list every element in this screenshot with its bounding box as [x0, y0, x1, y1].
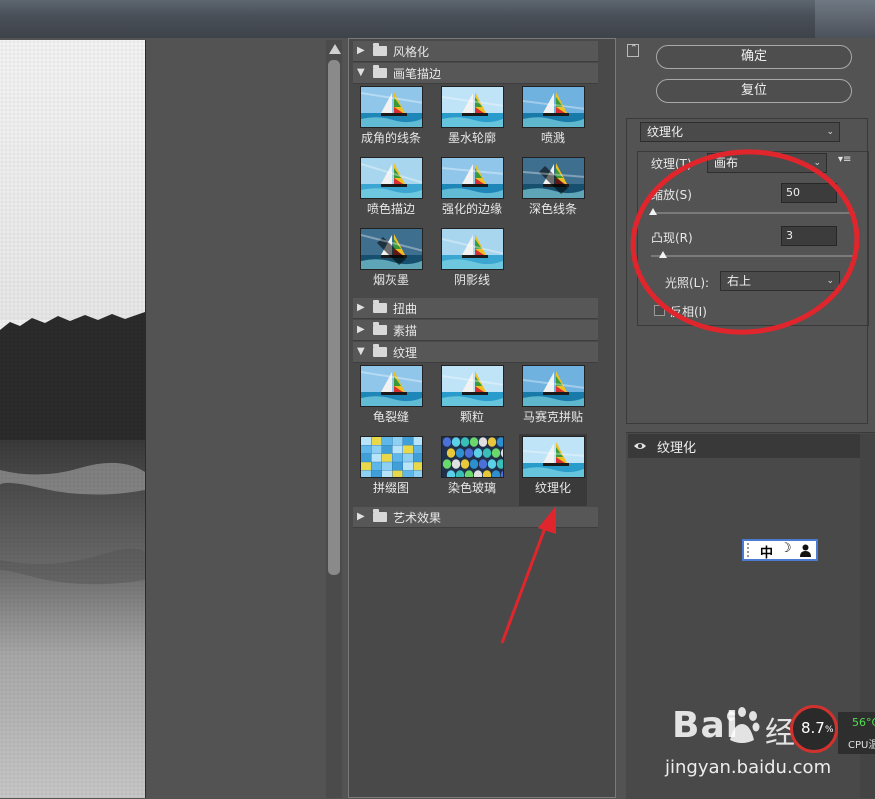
category-label: 纹理: [393, 346, 418, 360]
moon-icon[interactable]: ☽: [780, 541, 792, 556]
filter-thumbnail[interactable]: 喷色描边: [357, 155, 425, 227]
filter-thumbnail-label: 马赛克拼贴: [522, 410, 583, 424]
filter-thumbnail[interactable]: 烟灰墨: [357, 226, 425, 298]
category-brush-strokes[interactable]: ▼ 画笔描边: [353, 63, 598, 84]
filter-preview-image: [522, 86, 585, 128]
filter-preview-image: [360, 228, 423, 270]
category-sketch[interactable]: ▶ 素描: [353, 320, 598, 341]
cpu-usage-value: 8.7: [801, 719, 825, 737]
folder-icon: [373, 300, 387, 313]
filter-preview-image: [522, 365, 585, 407]
ime-mode-chinese[interactable]: 中: [760, 542, 773, 561]
chevron-down-icon: ⌄: [826, 127, 834, 137]
filter-thumbnail-label: 喷色描边: [366, 202, 415, 216]
filter-gallery: ▶ 风格化 ▼ 画笔描边 成角的线条 墨水轮廓 喷溅 喷色描边 强化的边缘 深色…: [348, 38, 616, 798]
preview-scroll-thumb[interactable]: [328, 60, 340, 575]
collapse-arrow-icon: ▼: [357, 346, 365, 357]
expand-arrow-icon: ▶: [357, 302, 365, 313]
window-controls-area: [815, 0, 875, 38]
cpu-usage-unit: %: [825, 725, 834, 735]
filter-thumbnail[interactable]: 染色玻璃: [438, 434, 506, 506]
filter-thumbnail[interactable]: 马赛克拼贴: [519, 363, 587, 435]
cpu-label: CPU温度: [848, 740, 875, 751]
collapse-arrow-icon: ▼: [357, 67, 365, 78]
folder-open-icon: [373, 65, 387, 78]
filter-preview-image: [441, 157, 504, 199]
expand-arrow-icon: ▶: [357, 45, 365, 56]
filter-thumbnail-label: 阴影线: [453, 273, 490, 287]
filter-thumbnail-label: 喷溅: [540, 131, 565, 145]
filter-thumbnail[interactable]: 阴影线: [438, 226, 506, 298]
filter-thumbnail-label: 纹理化: [534, 481, 571, 495]
filter-preview-image: [522, 436, 585, 478]
cpu-usage-gauge: 8.7 %: [790, 705, 838, 753]
scroll-up-arrow-icon[interactable]: [329, 44, 341, 54]
ok-button[interactable]: 确定: [656, 45, 852, 69]
annotation-arrow: [500, 506, 556, 644]
reset-button[interactable]: 复位: [656, 79, 852, 103]
filter-preview-image: [441, 86, 504, 128]
window-title-strip: [0, 0, 875, 38]
filter-thumbnail-label: 拼缀图: [372, 481, 409, 495]
category-label: 风格化: [393, 45, 430, 59]
filter-thumbnail[interactable]: 强化的边缘: [438, 155, 506, 227]
category-texture[interactable]: ▼ 纹理: [353, 342, 598, 363]
filter-preview-image: [441, 228, 504, 270]
effect-layer-name: 纹理化: [657, 441, 697, 456]
collapse-arrows-icon: ⌃: [630, 44, 638, 54]
cpu-temperature: 56°C: [852, 716, 875, 729]
filter-thumbnail[interactable]: 墨水轮廓: [438, 84, 506, 156]
filter-preview-image: [441, 436, 504, 478]
filter-thumbnail-label: 颗粒: [459, 410, 484, 424]
watermark-url: jingyan.baidu.com: [665, 757, 832, 778]
filter-thumbnail[interactable]: 拼缀图: [357, 434, 425, 506]
filter-select-value: 纹理化: [647, 125, 684, 139]
folder-open-icon: [373, 344, 387, 357]
filter-thumbnail[interactable]: 颗粒: [438, 363, 506, 435]
category-label: 画笔描边: [393, 67, 442, 81]
category-distort[interactable]: ▶ 扭曲: [353, 298, 598, 319]
filter-thumbnail[interactable]: 龟裂缝: [357, 363, 425, 435]
filter-thumbnail[interactable]: 深色线条: [519, 155, 587, 227]
category-label: 扭曲: [393, 302, 418, 316]
ime-toolbar[interactable]: 中 ☽: [742, 539, 818, 561]
preview-canvas-area: [145, 40, 326, 798]
annotation-ellipse: [630, 149, 860, 335]
filter-thumbnail-label: 染色玻璃: [447, 481, 496, 495]
filter-preview-image: [360, 365, 423, 407]
baidu-paw-icon: [727, 707, 760, 743]
preview-image: [0, 40, 145, 798]
filter-thumbnail[interactable]: 纹理化: [519, 434, 587, 506]
image-preview: [0, 40, 145, 798]
filter-preview-image: [441, 365, 504, 407]
folder-icon: [373, 509, 387, 522]
category-label: 素描: [393, 324, 418, 338]
folder-icon: [373, 43, 387, 56]
filter-preview-image: [522, 157, 585, 199]
filter-preview-image: [360, 157, 423, 199]
filter-preview-image: [360, 436, 423, 478]
user-icon[interactable]: [800, 544, 811, 557]
eye-icon[interactable]: [633, 439, 647, 453]
filter-thumbnail[interactable]: 喷溅: [519, 84, 587, 156]
collapse-gallery-button[interactable]: ⌃: [627, 44, 639, 57]
filter-thumbnail-label: 墨水轮廓: [447, 131, 496, 145]
filter-select[interactable]: 纹理化 ⌄: [640, 122, 840, 142]
filter-thumbnail-label: 成角的线条: [360, 131, 421, 145]
category-stylize[interactable]: ▶ 风格化: [353, 41, 598, 62]
ime-drag-handle[interactable]: [747, 543, 751, 557]
folder-icon: [373, 322, 387, 335]
filter-thumbnail-label: 烟灰墨: [372, 273, 409, 287]
filter-thumbnail-label: 强化的边缘: [441, 202, 502, 216]
filter-preview-image: [360, 86, 423, 128]
expand-arrow-icon: ▶: [357, 324, 365, 335]
category-label: 艺术效果: [393, 511, 442, 525]
filter-thumbnail-label: 龟裂缝: [372, 410, 409, 424]
expand-arrow-icon: ▶: [357, 511, 365, 522]
filter-thumbnail[interactable]: 成角的线条: [357, 84, 425, 156]
filter-thumbnail-label: 深色线条: [528, 202, 577, 216]
